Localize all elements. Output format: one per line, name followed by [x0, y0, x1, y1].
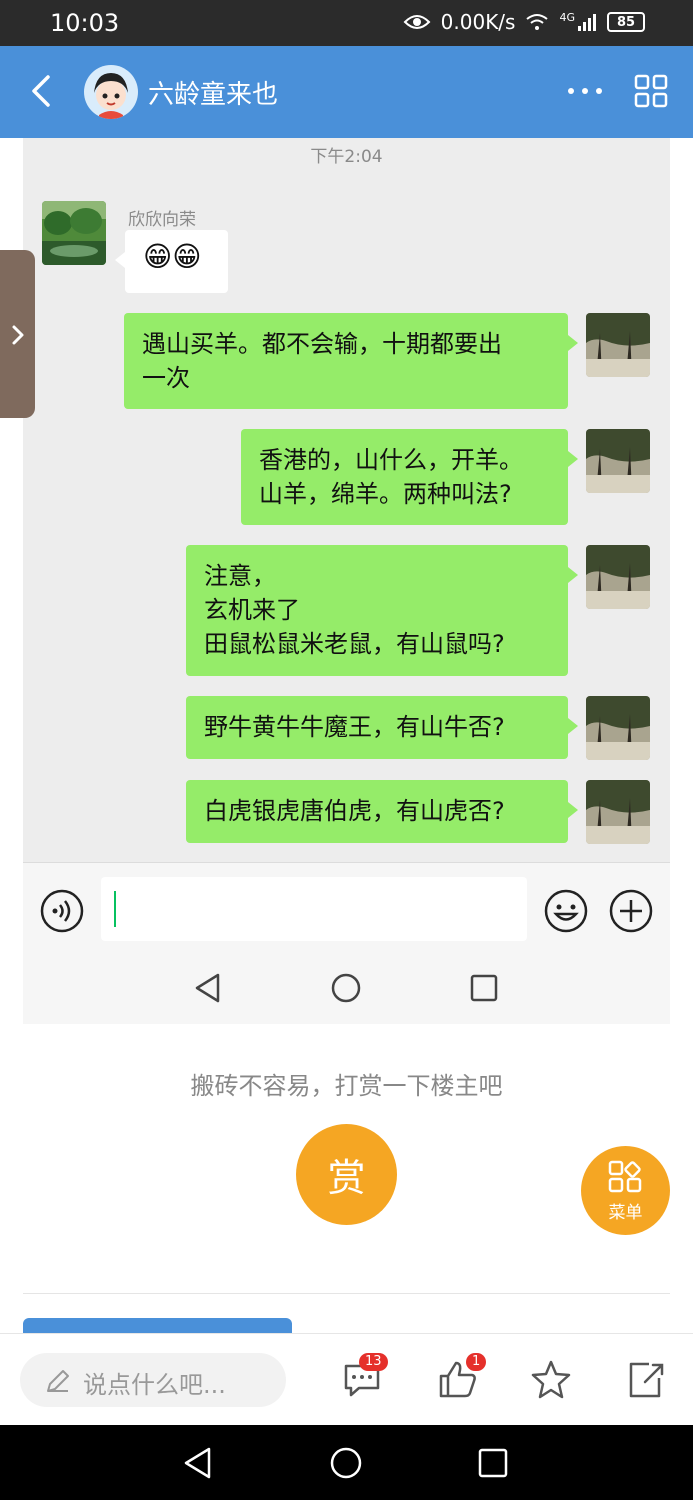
- my-avatar: [586, 429, 650, 493]
- emoji-icon: [544, 889, 588, 933]
- network-type: 4G: [559, 10, 575, 24]
- chat-message: 遇山买羊。都不会输，十期都要出 一次: [124, 313, 578, 409]
- comments-button[interactable]: 13: [341, 1353, 388, 1402]
- chat-screenshot-image: 下午2:04 欣欣向荣 😁😁 遇山买羊。都不会输，十期都要出 一次 香港的，山什…: [23, 138, 670, 1024]
- chat-timestamp: 下午2:04: [310, 147, 383, 167]
- divider: [23, 1293, 670, 1294]
- status-right: 0.00K/s 4G 85: [403, 10, 645, 34]
- share-icon: [629, 1362, 664, 1398]
- my-avatar: [586, 313, 650, 377]
- chat-message: 香港的，山什么，开羊。 山羊，绵羊。两种叫法?: [241, 429, 578, 525]
- comment-count-badge: 13: [359, 1353, 388, 1371]
- sender-avatar: [42, 201, 106, 265]
- signal-icon: [578, 14, 596, 31]
- more-options-icon[interactable]: [565, 84, 605, 98]
- system-navigation-bar: [0, 1425, 693, 1500]
- my-avatar: [586, 780, 650, 844]
- menu-fab-label: 菜单: [608, 1203, 643, 1223]
- chat-message: 野牛黄牛牛魔王，有山牛否?: [186, 696, 578, 759]
- chevron-right-icon: [12, 325, 24, 345]
- chat-text-field: [101, 877, 527, 941]
- forest-avatar-icon: [586, 780, 650, 844]
- forest-avatar-icon: [586, 429, 650, 493]
- forest-avatar-icon: [586, 545, 650, 609]
- top-app-bar: 六龄童来也: [0, 46, 693, 138]
- battery-icon: 85: [607, 12, 645, 32]
- forest-avatar-icon: [586, 313, 650, 377]
- grid-menu-icon[interactable]: [634, 74, 668, 108]
- home-circle-icon: [331, 973, 361, 1003]
- sender-name: 欣欣向荣: [128, 210, 196, 230]
- chat-message: 白虎银虎唐伯虎，有山虎否?: [186, 780, 578, 843]
- system-home-icon[interactable]: [329, 1446, 363, 1480]
- incoming-emoji-bubble: 😁😁: [115, 230, 228, 293]
- system-back-icon[interactable]: [182, 1446, 214, 1480]
- screenshot-nav-bar: [23, 958, 670, 1024]
- share-button[interactable]: [623, 1358, 667, 1402]
- like-button[interactable]: 1: [436, 1353, 487, 1402]
- text-caret: [114, 891, 116, 927]
- voice-icon: [40, 889, 84, 933]
- forest-avatar-icon: [586, 696, 650, 760]
- next-item-preview: [23, 1318, 292, 1334]
- bottom-action-bar: 说点什么吧... 13 1: [0, 1333, 693, 1425]
- apps-grid-icon: [608, 1160, 642, 1193]
- back-triangle-icon: [195, 973, 220, 1003]
- pencil-icon: [47, 1370, 69, 1392]
- comment-input[interactable]: 说点什么吧...: [20, 1353, 286, 1407]
- user-avatar[interactable]: [84, 65, 138, 119]
- side-drawer-handle[interactable]: [0, 250, 35, 418]
- cartoon-avatar-icon: [94, 73, 128, 119]
- system-recents-icon[interactable]: [477, 1447, 509, 1479]
- net-speed: 0.00K/s: [440, 10, 516, 34]
- my-avatar: [586, 696, 650, 760]
- back-arrow-icon[interactable]: [28, 73, 56, 109]
- landscape-avatar-icon: [42, 201, 106, 265]
- chat-message: 注意， 玄机来了 田鼠松鼠米老鼠，有山鼠吗?: [186, 545, 578, 676]
- comment-placeholder: 说点什么吧...: [83, 1371, 226, 1399]
- reward-button[interactable]: 赏: [296, 1124, 397, 1225]
- wifi-icon: [526, 14, 549, 30]
- status-time: 10:03: [50, 9, 120, 37]
- recents-square-icon: [470, 974, 498, 1002]
- eye-icon: [403, 15, 431, 29]
- star-icon: [531, 1360, 571, 1399]
- favorite-button[interactable]: [529, 1358, 573, 1402]
- status-bar: 10:03 0.00K/s 4G 85: [0, 0, 693, 46]
- like-count-badge: 1: [466, 1353, 487, 1371]
- my-avatar: [586, 545, 650, 609]
- reward-prompt: 搬砖不容易，打赏一下楼主吧: [190, 1072, 503, 1100]
- page-title: 六龄童来也: [148, 80, 279, 110]
- plus-icon: [609, 889, 653, 933]
- menu-fab-button[interactable]: 菜单: [581, 1146, 670, 1235]
- chat-input-bar: [23, 862, 670, 958]
